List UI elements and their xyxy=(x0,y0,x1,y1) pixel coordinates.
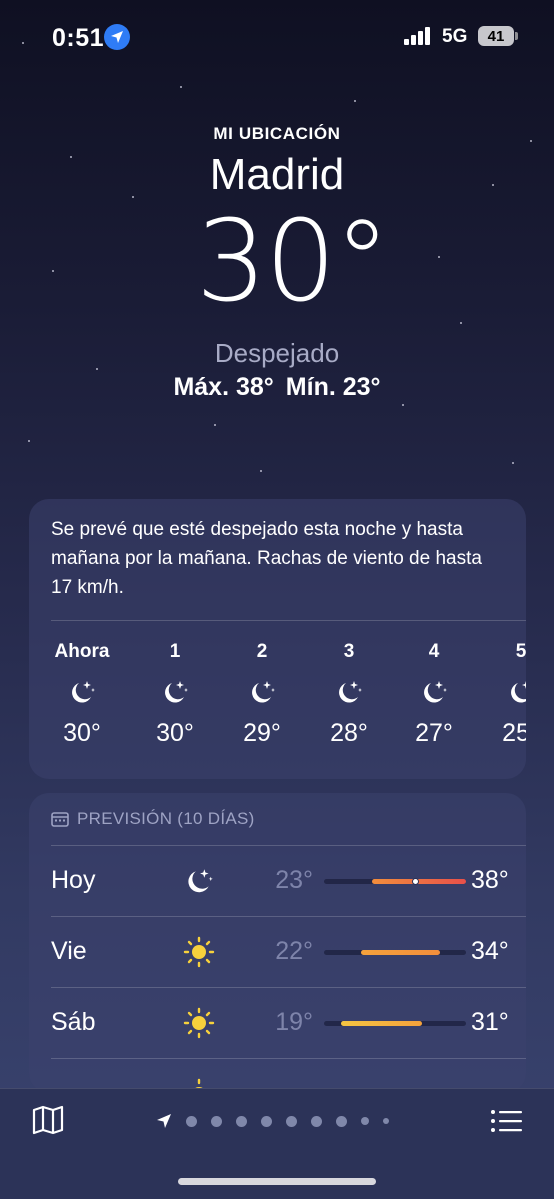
page-dot xyxy=(286,1115,297,1127)
low-temp: 19° xyxy=(275,1008,313,1036)
current-temperature: 30° xyxy=(195,197,391,327)
forecast-row[interactable]: Sáb 19° 31° xyxy=(51,987,526,1058)
hourly-scroller[interactable]: Ahora 30° 1 30° 2 29° 3 28° 4 27° 5 25° xyxy=(29,621,526,779)
forecast-title: PREVISIÓN (10 DÍAS) xyxy=(77,809,255,828)
temp-range-bar xyxy=(324,878,466,885)
hour-item: 4 27° xyxy=(399,641,469,748)
moon-stars-icon xyxy=(252,681,275,703)
moon-stars-icon xyxy=(424,681,447,703)
hour-label: 5 xyxy=(515,641,526,662)
page-dot xyxy=(186,1115,197,1127)
city-name: Madrid xyxy=(209,150,345,199)
page-dot xyxy=(261,1115,272,1127)
low-temp: 22° xyxy=(275,937,313,965)
hour-temp: 30° xyxy=(156,719,194,747)
moon-stars-icon xyxy=(72,681,95,703)
high-temp: 31° xyxy=(471,1008,509,1036)
location-arrow-icon xyxy=(104,24,130,50)
hour-temp: 30° xyxy=(63,719,101,747)
hour-item: 3 28° xyxy=(314,641,384,748)
forecast-row[interactable]: Vie 22° 34° xyxy=(51,916,526,987)
hour-label: 3 xyxy=(343,641,355,662)
page-indicator[interactable] xyxy=(156,1113,403,1129)
hour-label: 2 xyxy=(256,641,268,662)
forecast-summary: Se prevé que esté despejado esta noche y… xyxy=(51,519,482,598)
moon-stars-icon xyxy=(188,869,213,893)
page-dot xyxy=(236,1115,247,1127)
network-type: 5G xyxy=(442,26,468,47)
moon-stars-icon xyxy=(511,681,526,703)
sun-icon xyxy=(183,936,215,968)
calendar-icon xyxy=(51,812,69,827)
temp-range-bar xyxy=(324,1021,466,1026)
condition-text: Despejado xyxy=(214,338,340,368)
cellular-signal-icon xyxy=(404,27,434,45)
status-bar: 0:51 5G 41 xyxy=(0,0,554,70)
page-dot xyxy=(336,1115,347,1127)
sun-icon xyxy=(183,1007,215,1039)
map-icon[interactable] xyxy=(32,1105,64,1135)
hour-label: 1 xyxy=(169,641,181,662)
location-arrow-icon xyxy=(157,1114,171,1128)
hour-temp: 27° xyxy=(415,719,453,747)
high-temp: 38° xyxy=(471,866,509,894)
high-temp: Máx. 38° xyxy=(173,373,274,401)
high-temp: 34° xyxy=(471,937,509,965)
high-low: Máx. 38° Mín. 23° xyxy=(0,373,554,402)
day-label: Sáb xyxy=(51,1008,96,1036)
ten-day-forecast-card[interactable]: PREVISIÓN (10 DÍAS) Hoy 23° 38° Vie 22° … xyxy=(29,793,526,1093)
low-temp: 23° xyxy=(275,866,313,894)
hour-label: Ahora xyxy=(54,641,110,662)
page-dot xyxy=(383,1118,389,1124)
day-label: Hoy xyxy=(51,866,96,894)
hourly-forecast-card[interactable]: Se prevé que esté despejado esta noche y… xyxy=(29,499,526,779)
temp-range-fill xyxy=(372,879,466,884)
hour-item: 5 25° xyxy=(486,641,526,748)
hour-temp: 25° xyxy=(502,719,526,747)
my-location-label: MI UBICACIÓN xyxy=(213,124,341,143)
hour-temp: 29° xyxy=(243,719,281,747)
hour-item: 2 29° xyxy=(227,641,297,748)
hour-temp: 28° xyxy=(330,719,368,747)
moon-stars-icon xyxy=(339,681,362,703)
hour-label: 4 xyxy=(428,641,440,662)
page-dot xyxy=(361,1117,369,1125)
hour-item: Ahora 30° xyxy=(47,641,117,748)
temp-range-bar xyxy=(324,950,466,955)
battery-icon: 41 xyxy=(478,26,518,46)
moon-stars-icon xyxy=(165,681,188,703)
page-dot xyxy=(311,1115,322,1127)
current-weather: MI UBICACIÓN Madrid 30° Despejado Máx. 3… xyxy=(0,124,554,402)
status-time: 0:51 xyxy=(52,24,105,52)
low-temp: Mín. 23° xyxy=(285,373,381,401)
forecast-header: PREVISIÓN (10 DÍAS) xyxy=(29,793,526,845)
temp-range-fill xyxy=(360,950,441,955)
day-label: Vie xyxy=(51,937,87,965)
forecast-row[interactable]: Hoy 23° 38° xyxy=(51,845,526,916)
list-icon[interactable] xyxy=(490,1109,522,1133)
page-dot xyxy=(211,1115,222,1127)
temp-range-fill xyxy=(341,1021,422,1026)
home-indicator xyxy=(178,1178,376,1185)
hour-item: 1 30° xyxy=(140,641,210,748)
current-temp-marker xyxy=(411,878,419,885)
